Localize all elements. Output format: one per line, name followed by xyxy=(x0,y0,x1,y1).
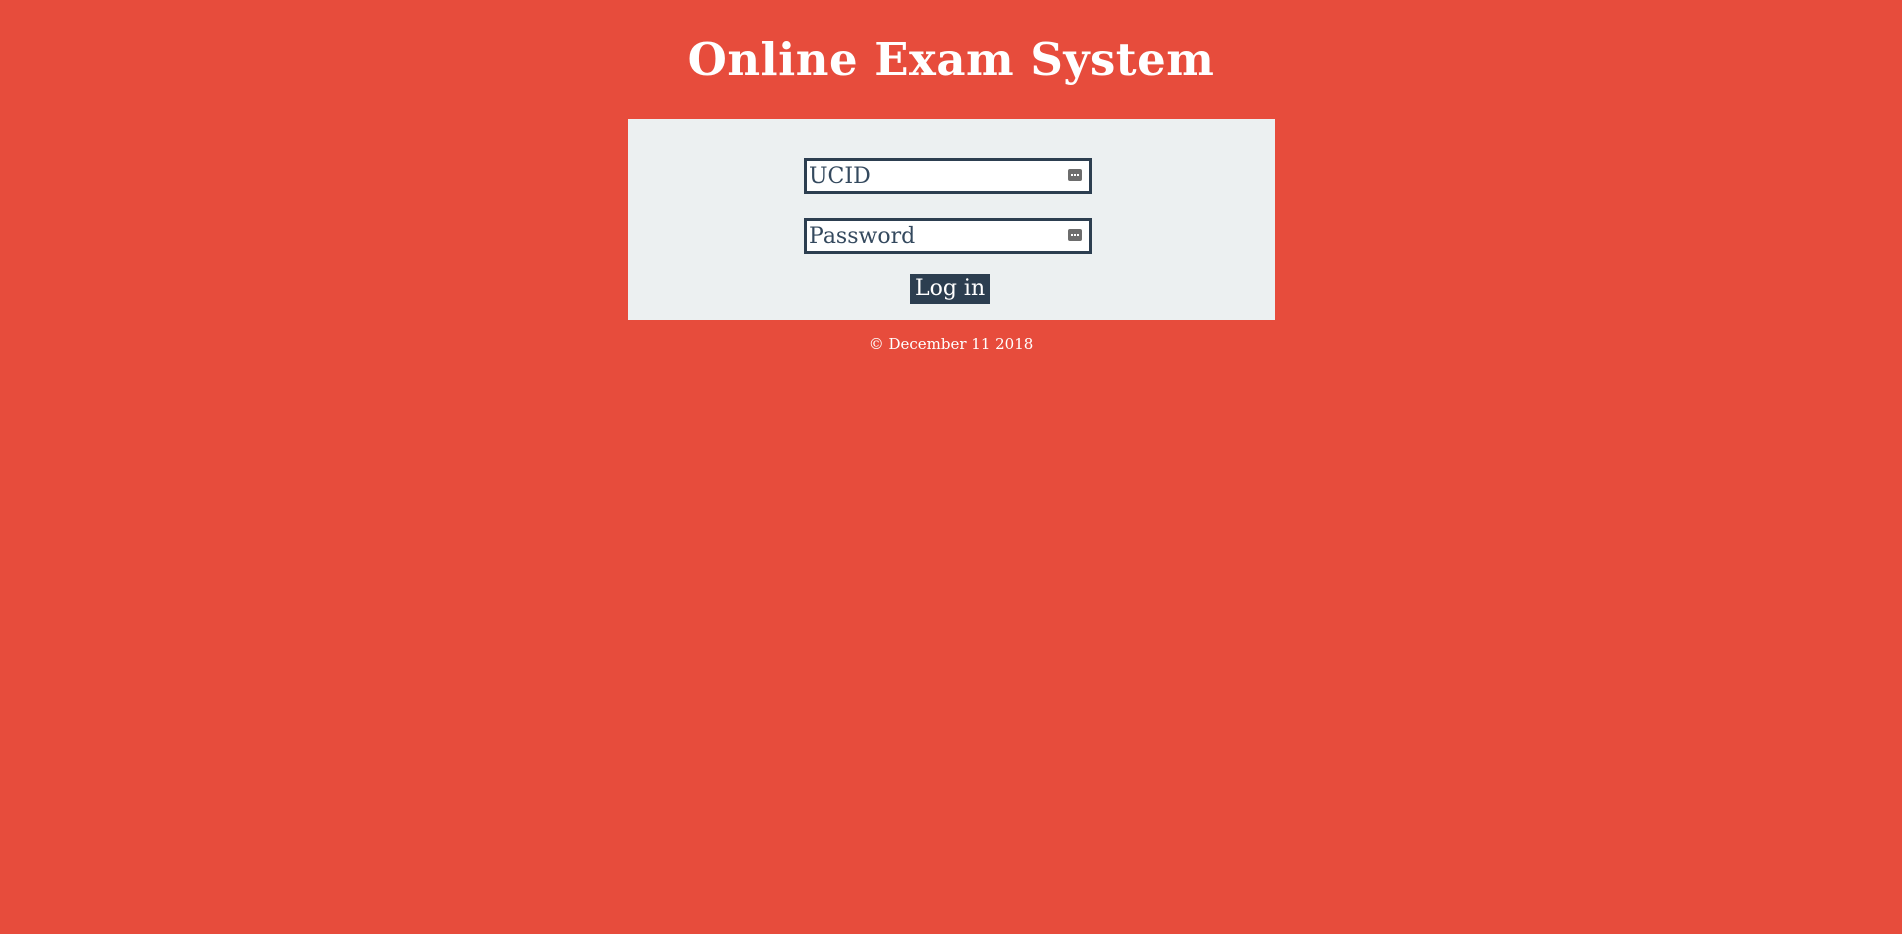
login-panel: Log in xyxy=(628,119,1275,320)
autofill-key-icon[interactable] xyxy=(1068,169,1082,181)
password-field[interactable] xyxy=(804,218,1092,254)
copyright-footer: © December 11 2018 xyxy=(868,335,1034,353)
password-input[interactable] xyxy=(807,221,1059,251)
login-page: Online Exam System Log in © December 11 … xyxy=(0,0,1902,934)
autofill-key-icon[interactable] xyxy=(1068,229,1082,241)
login-button[interactable]: Log in xyxy=(910,274,991,304)
ucid-input[interactable] xyxy=(807,161,1059,191)
ucid-field[interactable] xyxy=(804,158,1092,194)
page-title: Online Exam System xyxy=(687,33,1215,86)
